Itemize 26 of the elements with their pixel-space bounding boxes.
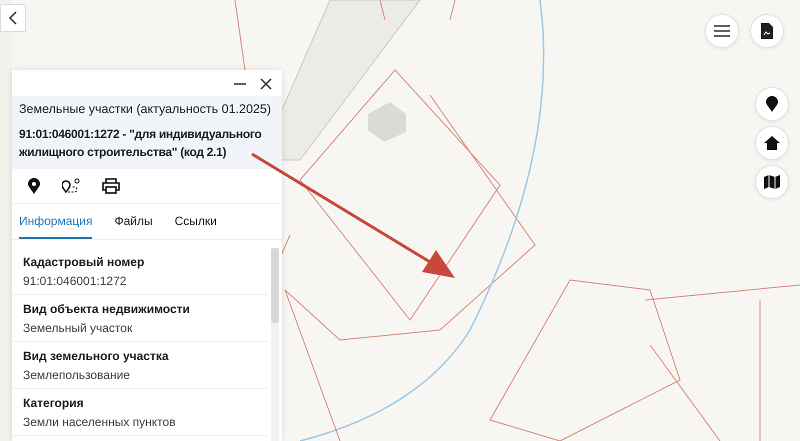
field-value: Земли населенных пунктов xyxy=(23,415,177,429)
home-icon xyxy=(764,136,780,150)
map-icon xyxy=(764,175,780,189)
menu-icon xyxy=(714,25,730,37)
field-label: Кадастровый номер xyxy=(23,255,146,269)
field-value: Землепользование xyxy=(23,368,131,382)
layer-title: Земельные участки (актуальность 01.2025) xyxy=(19,102,272,116)
back-button[interactable] xyxy=(0,4,26,32)
field-label: Вид земельного участка xyxy=(23,349,170,363)
document-icon xyxy=(761,23,773,39)
pin-icon[interactable] xyxy=(28,178,40,194)
field-label: Категория xyxy=(23,396,85,410)
pin-icon xyxy=(766,96,778,112)
close-icon xyxy=(260,78,272,90)
field-value: 91:01:046001:1272 xyxy=(23,274,128,288)
parcel-heading: 91:01:046001:1272 - "для индивидуального жилищного строительства" (код 2.1) xyxy=(19,126,262,161)
chevron-left-icon xyxy=(8,11,18,25)
tab[interactable]: Ссылки xyxy=(174,204,217,239)
scrollbar[interactable] xyxy=(271,248,279,441)
tab[interactable]: Информация xyxy=(19,204,92,239)
field-value: Земельный участок xyxy=(23,321,134,335)
print-icon[interactable] xyxy=(102,178,120,194)
field-label: Вид объекта недвижимости xyxy=(23,302,191,316)
tab[interactable]: Файлы xyxy=(114,204,153,239)
close-button[interactable] xyxy=(258,76,274,92)
route-icon[interactable] xyxy=(62,178,80,194)
